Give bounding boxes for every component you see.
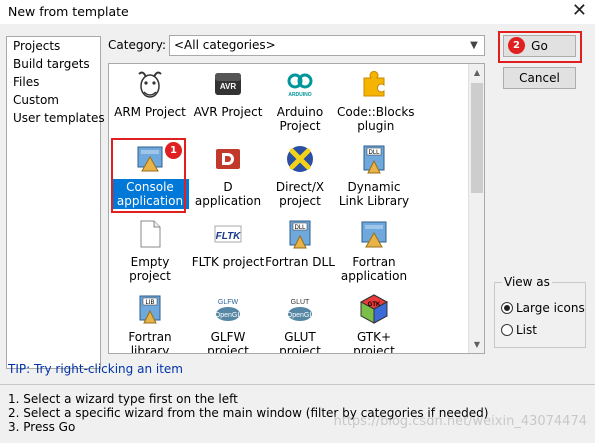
template-label: FLTK project xyxy=(191,255,265,269)
title-bar: New from template ✕ xyxy=(0,0,595,24)
view-large-icons-radio[interactable]: Large icons xyxy=(501,301,585,315)
template-label: Direct/X project xyxy=(275,180,325,208)
window-title: New from template xyxy=(8,4,129,19)
directx-icon xyxy=(284,143,316,175)
template-arm-project[interactable]: ARM Project xyxy=(111,68,189,120)
template-avr-project[interactable]: AVR AVR Project xyxy=(189,68,267,120)
dialog-body: Projects Build targets Files Custom User… xyxy=(0,24,595,443)
puzzle-icon xyxy=(358,68,390,100)
empty-file-icon xyxy=(134,218,166,250)
divider xyxy=(0,384,595,385)
template-arduino-project[interactable]: ARDUINO Arduino Project xyxy=(261,68,339,134)
category-select[interactable]: <All categories> ▼ xyxy=(169,35,485,56)
glut-icon: GLUT OpenGL xyxy=(284,293,316,325)
wizard-type-projects[interactable]: Projects xyxy=(7,37,100,55)
template-label: GLUT project xyxy=(279,330,321,354)
radio-label: Large icons xyxy=(516,301,585,315)
template-label: Fortran DLL xyxy=(265,255,335,269)
fortran-app-icon xyxy=(358,218,390,250)
console-icon xyxy=(134,143,166,175)
gtk-icon: GTK xyxy=(358,293,390,325)
wizard-type-list[interactable]: Projects Build targets Files Custom User… xyxy=(6,36,105,369)
fltk-icon: FLTK xyxy=(212,218,244,250)
category-value: <All categories> xyxy=(174,38,276,52)
fortran-dll-icon: DLL xyxy=(284,218,316,250)
template-label: Dynamic Link Library xyxy=(338,180,410,208)
gtk-icon-text: GTK xyxy=(368,302,381,308)
dll-icon-text: DLL xyxy=(368,150,380,156)
lib-icon-text: LIB xyxy=(145,300,154,306)
template-label: ARM Project xyxy=(114,105,186,119)
cancel-button[interactable]: Cancel xyxy=(503,67,576,89)
template-label: Empty project xyxy=(129,255,171,283)
template-glut-project[interactable]: GLUT OpenGL GLUT project xyxy=(261,293,339,354)
wizard-type-build-targets[interactable]: Build targets xyxy=(7,55,100,73)
template-fltk-project[interactable]: FLTK FLTK project xyxy=(189,218,267,270)
template-d-application[interactable]: D application xyxy=(189,143,267,209)
instruction-step: 1. Select a wizard type first on the lef… xyxy=(8,392,238,406)
close-icon[interactable]: ✕ xyxy=(572,0,587,22)
template-label: Arduino Project xyxy=(276,105,324,133)
d-icon xyxy=(212,143,244,175)
avr-icon: AVR xyxy=(212,68,244,100)
chevron-down-icon[interactable]: ▼ xyxy=(466,37,482,54)
template-empty-project[interactable]: Empty project xyxy=(111,218,189,284)
template-grid-scrollbar[interactable]: ▲ ▼ xyxy=(468,64,484,353)
template-label: Code::Blocks plugin xyxy=(337,105,415,133)
template-label: Fortran application xyxy=(340,255,408,283)
template-grid[interactable]: ARM Project AVR AVR Project ARDUINO Ardu… xyxy=(108,63,485,354)
scroll-down-icon[interactable]: ▼ xyxy=(469,336,484,353)
template-fortran-application[interactable]: Fortran application xyxy=(335,218,413,284)
annotation-badge: 2 xyxy=(508,37,525,54)
template-label: GLFW project xyxy=(207,330,249,354)
arduino-icon-text: ARDUINO xyxy=(288,92,311,98)
wizard-type-custom[interactable]: Custom xyxy=(7,91,100,109)
template-dynamic-link-library[interactable]: DLL Dynamic Link Library xyxy=(335,143,413,209)
view-list-radio[interactable]: List xyxy=(501,323,537,337)
wizard-type-files[interactable]: Files xyxy=(7,73,100,91)
view-as-legend: View as xyxy=(502,275,552,289)
template-label: GTK+ project xyxy=(353,330,395,354)
template-gtk-project[interactable]: GTK GTK+ project xyxy=(335,293,413,354)
watermark: https://blog.csdn.net/weixin_43074474 xyxy=(333,414,587,429)
wizard-type-user-templates[interactable]: User templates xyxy=(7,109,105,127)
glfw-icon-text: GLFW xyxy=(218,299,239,306)
glfw-icon: GLFW OpenGL xyxy=(212,293,244,325)
template-label: D application xyxy=(194,180,262,208)
gnu-icon xyxy=(134,68,166,100)
dll-icon: DLL xyxy=(358,143,390,175)
glut-icon-text: GLUT xyxy=(291,299,310,306)
radio-unchecked-icon[interactable] xyxy=(501,324,513,336)
template-fortran-dll[interactable]: DLL Fortran DLL xyxy=(261,218,339,270)
template-glfw-project[interactable]: GLFW OpenGL GLFW project xyxy=(189,293,267,354)
arduino-icon: ARDUINO xyxy=(284,68,316,100)
template-label: Fortran library xyxy=(128,330,172,354)
scroll-up-icon[interactable]: ▲ xyxy=(469,64,484,81)
fltk-icon-text: FLTK xyxy=(216,231,242,242)
template-codeblocks-plugin[interactable]: Code::Blocks plugin xyxy=(335,68,415,134)
view-as-group: View as Large icons List xyxy=(494,275,586,348)
avr-icon-text: AVR xyxy=(220,82,237,91)
lib-icon: LIB xyxy=(134,293,166,325)
category-label: Category: xyxy=(108,38,166,52)
glut-opengl-text: OpenGL xyxy=(287,312,314,319)
template-fortran-library[interactable]: LIB Fortran library xyxy=(111,293,189,354)
template-label: AVR Project xyxy=(193,105,263,119)
template-directx-project[interactable]: Direct/X project xyxy=(261,143,339,209)
radio-checked-icon[interactable] xyxy=(501,302,513,314)
tip-text: TIP: Try right-clicking an item xyxy=(8,362,183,376)
scrollbar-thumb[interactable] xyxy=(471,83,483,193)
template-label: Console application xyxy=(111,179,189,209)
annotation-badge: 1 xyxy=(165,142,182,159)
glfw-opengl-text: OpenGL xyxy=(215,312,242,319)
fortran-dll-icon-text: DLL xyxy=(294,225,306,231)
radio-label: List xyxy=(516,323,537,337)
